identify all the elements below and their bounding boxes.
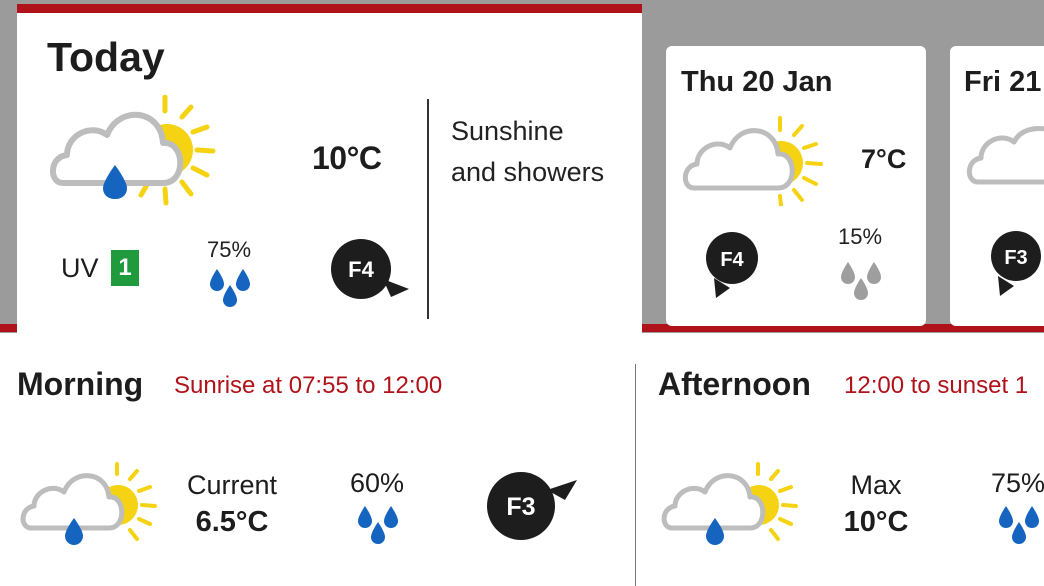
- sun-cloud-icon: [682, 116, 823, 206]
- morning-temperature: 6.5°C: [195, 506, 269, 538]
- forecast-day-wind-label: F3: [1004, 247, 1027, 269]
- sun-cloud-rain-icon: [50, 95, 216, 206]
- uv-label: UV: [61, 253, 99, 283]
- wind-direction-icon: F4: [331, 239, 409, 299]
- today-title: Today: [47, 34, 165, 80]
- forecast-day-rain-chance: 15%: [838, 224, 883, 249]
- afternoon-section: Afternoon 12:00 to sunset 1 Max 10°C 75%: [658, 368, 1044, 586]
- afternoon-temp-label: Max: [850, 470, 902, 500]
- today-card[interactable]: Today 10°C Sunshine and showers UV 1 75%: [17, 4, 642, 334]
- section-divider: [635, 364, 636, 586]
- today-rain-chance: 75%: [207, 237, 252, 262]
- forecast-day-card[interactable]: Fri 21 F3: [950, 46, 1044, 326]
- forecast-day-title: Thu 20 Jan: [681, 66, 833, 98]
- today-temperature: 10°C: [312, 140, 382, 176]
- morning-section: Morning Sunrise at 07:55 to 12:00 Curren…: [17, 368, 627, 586]
- sun-cloud-rain-icon: [20, 462, 157, 545]
- wind-direction-icon: F4: [706, 232, 758, 298]
- cloud-icon: [966, 126, 1044, 185]
- rain-drops-icon: [999, 506, 1039, 544]
- today-description-line2: and showers: [451, 157, 605, 187]
- forecast-day-temperature: 7°C: [861, 144, 907, 174]
- forecast-day-title: Fri 21: [964, 66, 1042, 98]
- rain-drops-icon: [358, 506, 398, 544]
- afternoon-temperature: 10°C: [843, 506, 909, 538]
- rain-drops-icon: [210, 269, 250, 307]
- today-wind-label: F4: [348, 257, 374, 282]
- morning-title: Morning: [17, 366, 144, 402]
- today-divider: [427, 99, 429, 319]
- wind-direction-icon: F3: [487, 472, 577, 540]
- forecast-day-wind-label: F4: [720, 249, 744, 271]
- today-description-line1: Sunshine: [451, 116, 564, 146]
- morning-temp-label: Current: [186, 470, 278, 500]
- forecast-day-card[interactable]: Thu 20 Jan 7°C F4 15%: [666, 46, 926, 326]
- today-description: Sunshine and showers: [451, 111, 641, 193]
- sun-cloud-rain-icon: [661, 462, 798, 545]
- rain-drops-icon: [841, 262, 881, 300]
- morning-subtitle: Sunrise at 07:55 to 12:00: [174, 372, 443, 399]
- afternoon-subtitle: 12:00 to sunset 1: [844, 372, 1029, 399]
- afternoon-rain-chance: 75%: [990, 468, 1044, 498]
- morning-wind-label: F3: [506, 493, 535, 521]
- wind-direction-icon: F3: [991, 231, 1041, 296]
- uv-badge: 1: [111, 250, 139, 286]
- afternoon-title: Afternoon: [658, 366, 811, 402]
- morning-rain-chance: 60%: [349, 468, 405, 498]
